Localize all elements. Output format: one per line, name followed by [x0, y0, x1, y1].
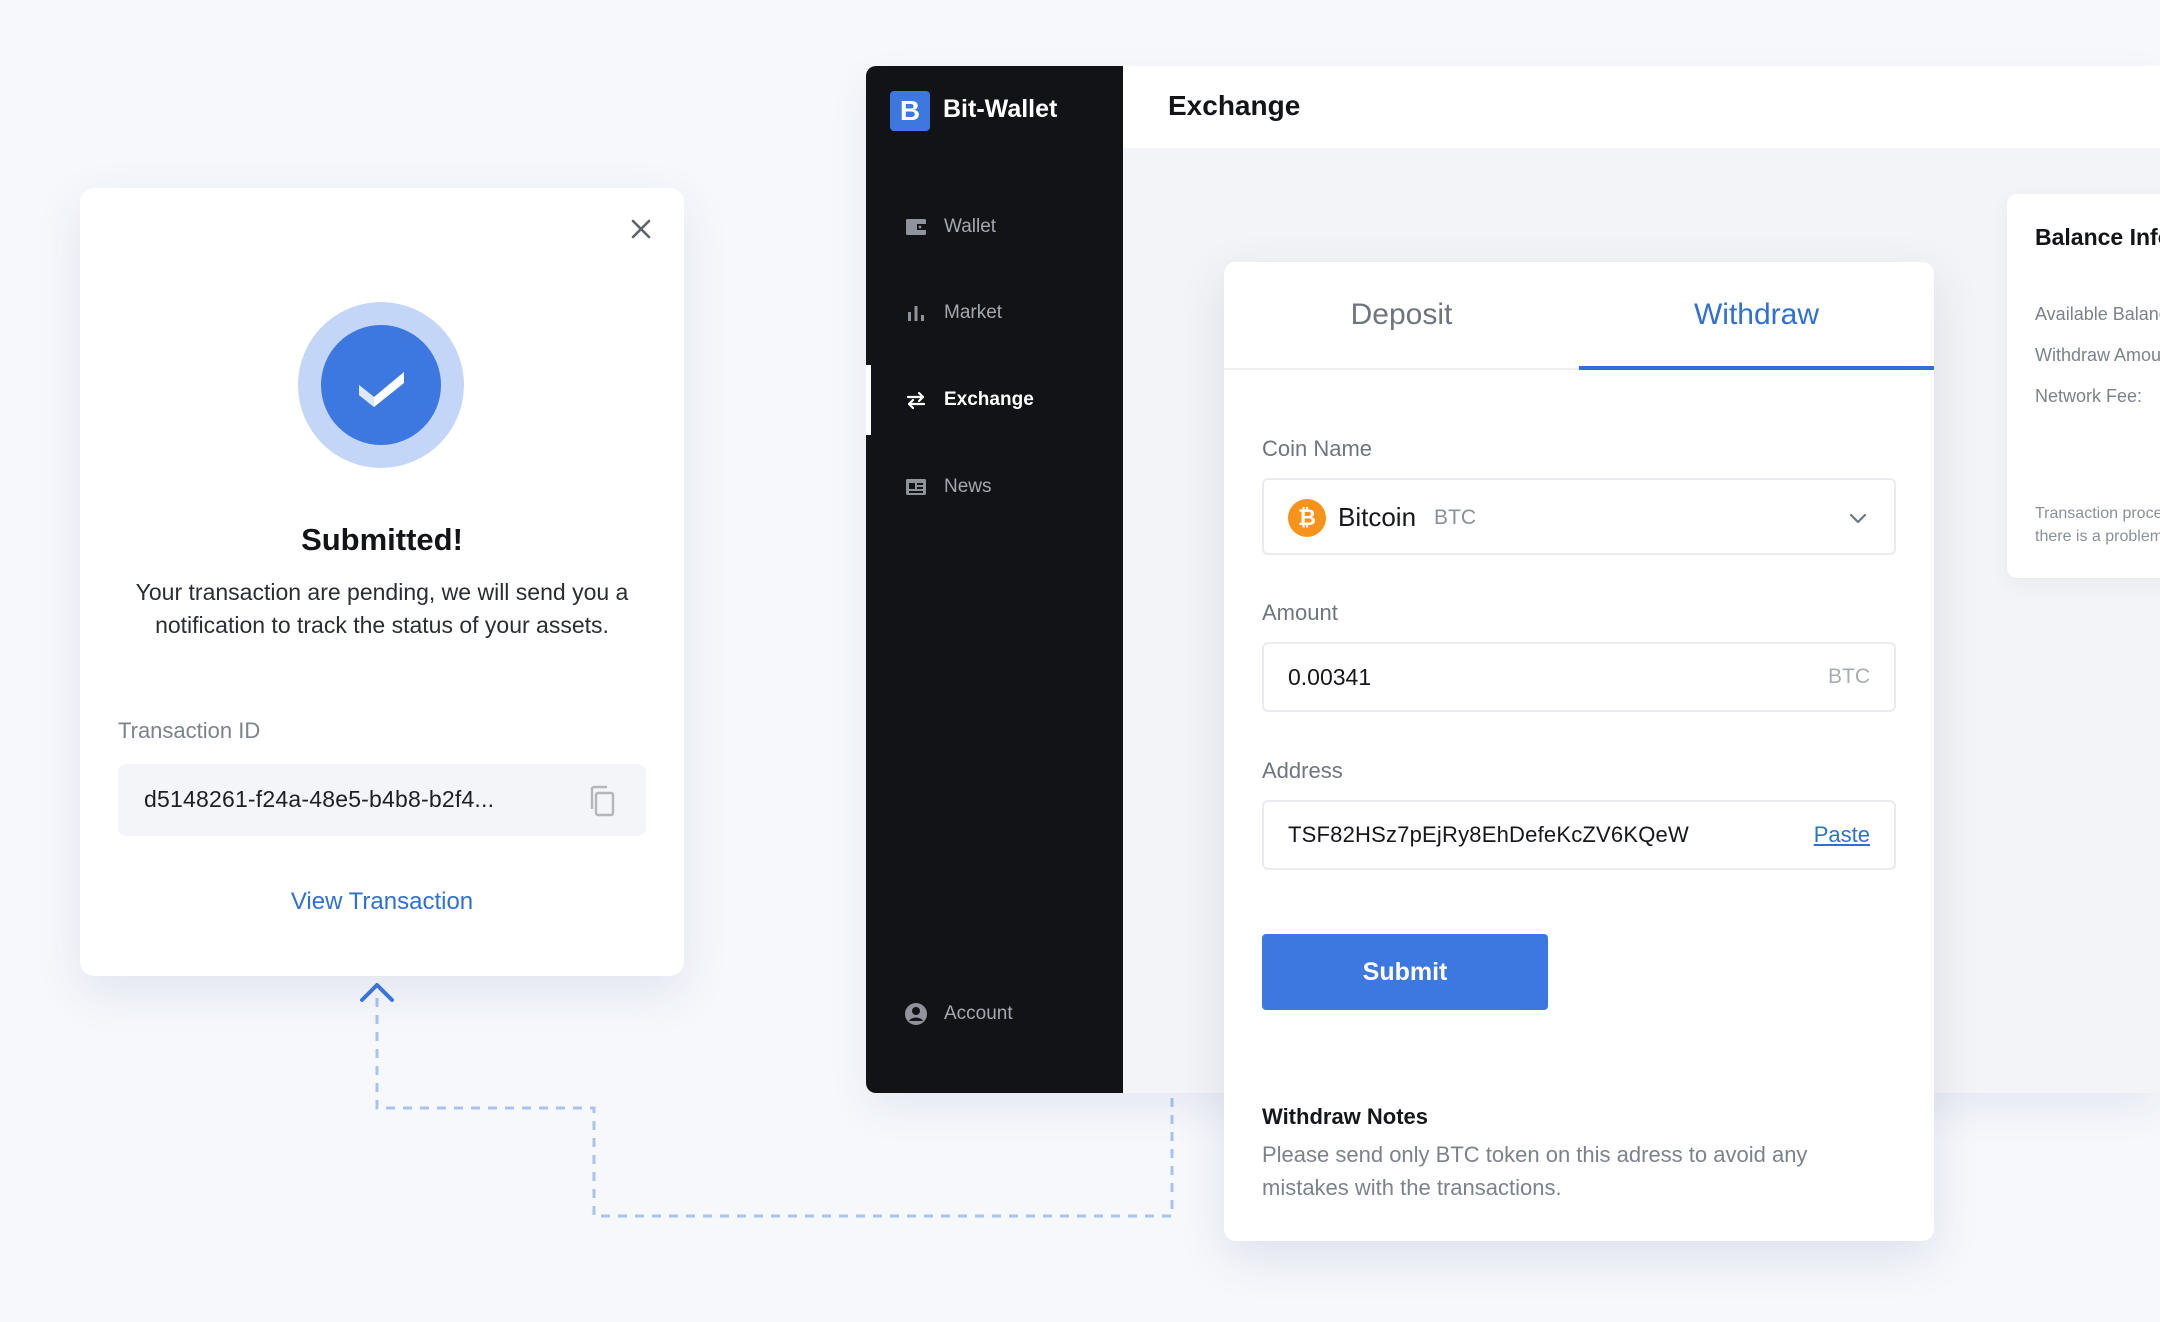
withdraw-amount-label: Withdraw Amount: — [2035, 345, 2160, 365]
copy-icon[interactable] — [586, 784, 618, 818]
bar-chart-icon — [904, 301, 928, 325]
modal-message: Your transaction are pending, we will se… — [135, 579, 629, 638]
amount-label: Amount — [1262, 600, 1338, 625]
address-label: Address — [1262, 758, 1343, 783]
transaction-id-value: d5148261-f24a-48e5-b4b8-b2f4... — [144, 786, 495, 812]
balance-note: Transaction process there is a problem — [2035, 502, 2160, 548]
coin-name-label: Coin Name — [1262, 436, 1373, 461]
exchange-tabs: Deposit Withdraw — [1224, 262, 1934, 370]
newspaper-icon — [904, 475, 928, 499]
page-title: Exchange — [1168, 90, 1301, 121]
active-tab-indicator — [1579, 366, 1934, 370]
sidebar-item-exchange[interactable]: Exchange — [866, 365, 1123, 435]
amount-input[interactable]: 0.00341 BTC — [1262, 642, 1896, 712]
withdraw-card: Deposit Withdraw Coin Name ₿ Bitcoin BTC… — [1224, 262, 1934, 1241]
paste-button[interactable]: Paste — [1814, 822, 1870, 848]
chevron-down-icon — [1846, 506, 1870, 530]
tab-deposit[interactable]: Deposit — [1224, 298, 1579, 332]
tab-withdraw[interactable]: Withdraw — [1579, 298, 1934, 332]
modal-title: Submitted! — [301, 522, 463, 557]
bitcoin-icon: ₿ — [1288, 499, 1326, 537]
transaction-id-label: Transaction ID — [118, 718, 261, 743]
network-fee-label: Network Fee: — [2035, 386, 2143, 406]
address-value: TSF82HSz7pEjRy8EhDefeKcZV6KQeW — [1288, 822, 1689, 847]
wallet-icon — [904, 215, 928, 239]
sidebar-item-label: Wallet — [944, 216, 997, 237]
sidebar-item-account[interactable]: Account — [866, 979, 1123, 1049]
top-bar: Exchange — [1123, 66, 2160, 148]
active-indicator — [866, 365, 871, 435]
sidebar-item-market[interactable]: Market — [866, 278, 1123, 348]
brand-name: Bit-Wallet — [943, 95, 1058, 123]
submit-button[interactable]: Submit — [1262, 934, 1548, 1010]
sidebar: B Bit-Wallet Wallet Market Exchange News… — [866, 66, 1123, 1093]
view-transaction-link[interactable]: View Transaction — [80, 888, 684, 916]
caret-up-icon — [360, 983, 394, 1002]
sidebar-item-label: News — [944, 476, 992, 497]
withdraw-notes-title: Withdraw Notes — [1262, 1104, 1429, 1129]
coin-select[interactable]: ₿ Bitcoin BTC — [1262, 478, 1896, 555]
sidebar-item-label: Market — [944, 302, 1003, 323]
balance-info-title: Balance Info — [2035, 224, 2160, 250]
coin-ticker: BTC — [1434, 506, 1476, 529]
balance-note-line: there is a problem — [2035, 528, 2160, 545]
brand-logo-icon: B — [890, 91, 930, 131]
amount-unit: BTC — [1828, 665, 1870, 688]
exchange-arrows-icon — [904, 388, 928, 412]
close-icon[interactable] — [626, 214, 656, 244]
success-check-icon — [298, 302, 464, 468]
user-circle-icon — [904, 1002, 928, 1026]
coin-name: Bitcoin — [1338, 502, 1417, 532]
sidebar-item-wallet[interactable]: Wallet — [866, 192, 1123, 262]
transaction-id-field: d5148261-f24a-48e5-b4b8-b2f4... — [118, 764, 646, 836]
balance-note-line: Transaction process — [2035, 505, 2160, 522]
balance-info-card: Balance Info Available Balance: Withdraw… — [2007, 194, 2160, 578]
available-balance-label: Available Balance: — [2035, 304, 2160, 324]
sidebar-item-label: Exchange — [944, 389, 1034, 410]
withdraw-notes-text: Please send only BTC token on this adres… — [1262, 1142, 1808, 1200]
amount-value: 0.00341 — [1288, 664, 1372, 690]
transaction-submitted-modal: Submitted! Your transaction are pending,… — [80, 188, 684, 976]
sidebar-item-label: Account — [944, 1003, 1013, 1024]
address-input[interactable]: TSF82HSz7pEjRy8EhDefeKcZV6KQeW Paste — [1262, 800, 1896, 870]
sidebar-item-news[interactable]: News — [866, 452, 1123, 522]
